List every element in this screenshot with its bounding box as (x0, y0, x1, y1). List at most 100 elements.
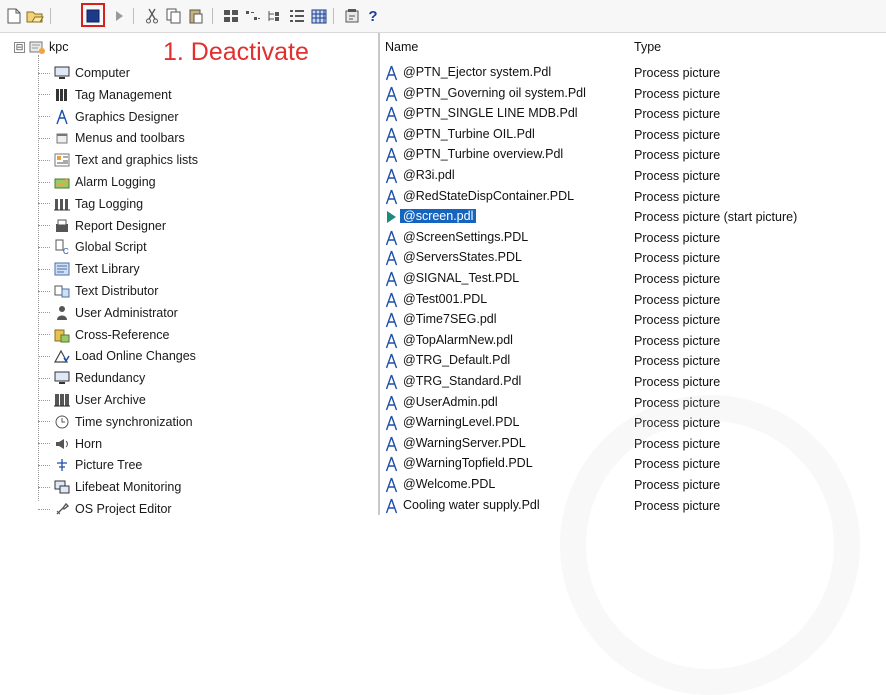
global-script-icon: C (54, 239, 70, 255)
tree-detail-icon[interactable] (288, 7, 306, 25)
tree-item-tag-management[interactable]: Tag Management (38, 85, 172, 105)
list-row[interactable]: @ScreenSettings.PDL Process picture (381, 228, 886, 248)
tree-connector (38, 421, 50, 423)
tree-item-label: Cross-Reference (75, 327, 170, 342)
tree-item-text-distributor[interactable]: Text Distributor (38, 281, 158, 301)
list-row[interactable]: Cooling water supply.Pdl Process picture (381, 496, 886, 515)
list-row[interactable]: @PTN_SINGLE LINE MDB.Pdl Process picture (381, 104, 886, 124)
column-header-type[interactable]: Type (634, 40, 661, 54)
file-type: Process picture (634, 169, 721, 183)
tree-connector (38, 312, 50, 314)
list-row[interactable]: @PTN_Turbine OIL.Pdl Process picture (381, 125, 886, 145)
process-picture-icon (385, 456, 398, 472)
tree-item-time-synchronization[interactable]: Time synchronization (38, 412, 193, 432)
list-row[interactable]: @TRG_Default.Pdl Process picture (381, 351, 886, 371)
tree-item-menus-and-toolbars[interactable]: Menus and toolbars (38, 128, 185, 148)
tree-item-label: Text and graphics lists (75, 153, 198, 168)
tree-item-text-library[interactable]: Text Library (38, 259, 140, 279)
tree-item-tag-logging[interactable]: Tag Logging (38, 194, 143, 214)
open-icon[interactable] (26, 7, 44, 25)
lifebeat-monitoring-icon (54, 479, 70, 495)
list-row-selected[interactable]: @screen.pdl Process picture (start pictur… (381, 207, 886, 227)
tree-item-lifebeat-monitoring[interactable]: Lifebeat Monitoring (38, 477, 181, 497)
tree-item-os-project-editor[interactable]: OS Project Editor (38, 499, 172, 515)
tree-item-user-archive[interactable]: User Archive (38, 390, 146, 410)
pane-divider[interactable] (378, 33, 380, 515)
new-file-icon[interactable] (5, 7, 23, 25)
list-row[interactable]: @WarningTopfield.PDL Process picture (381, 454, 886, 474)
activate-run-icon[interactable] (110, 7, 128, 25)
user-administrator-icon (54, 305, 70, 321)
process-picture-icon (385, 395, 398, 411)
process-picture-icon (385, 86, 398, 102)
process-picture-icon (385, 374, 398, 390)
process-picture-icon (385, 106, 398, 122)
properties-icon[interactable] (343, 7, 361, 25)
list-row[interactable]: @TopAlarmNew.pdl Process picture (381, 331, 886, 351)
list-row[interactable]: @PTN_Ejector system.Pdl Process picture (381, 63, 886, 83)
list-row[interactable]: @PTN_Governing oil system.Pdl Process pic… (381, 84, 886, 104)
tree-connector (38, 355, 50, 357)
toolbar: ? (0, 0, 886, 33)
list-row[interactable]: @Time7SEG.pdl Process picture (381, 310, 886, 330)
grid-small-icon[interactable] (222, 7, 240, 25)
file-type: Process picture (634, 375, 721, 389)
process-picture-icon (385, 312, 398, 328)
tree-connector (38, 508, 50, 510)
tree-connector (38, 399, 50, 401)
list-row[interactable]: @PTN_Turbine overview.Pdl Process picture (381, 145, 886, 165)
list-row[interactable]: @R3i.pdl Process picture (381, 166, 886, 186)
list-row[interactable]: @Welcome.PDL Process picture (381, 475, 886, 495)
file-type: Process picture (634, 498, 721, 513)
file-type: Process picture (634, 354, 721, 369)
help-icon[interactable]: ? (364, 7, 382, 25)
grid-list-icon[interactable] (244, 7, 262, 25)
tree-connector (38, 290, 50, 292)
tree-item-graphics-designer[interactable]: Graphics Designer (38, 107, 179, 127)
tree-item-horn[interactable]: Horn (38, 434, 102, 454)
process-picture-icon (385, 168, 398, 184)
tree-item-label: Picture Tree (75, 458, 143, 473)
cut-icon[interactable] (143, 7, 161, 25)
file-type: Process picture (634, 395, 721, 410)
tree-item-label: Graphics Designer (75, 109, 179, 124)
file-type: Process picture (634, 333, 721, 348)
tree-connector (38, 464, 50, 466)
tree-connector (38, 334, 50, 336)
tree-item-load-online-changes[interactable]: Load Online Changes (38, 346, 196, 366)
list-row[interactable]: @Test001.PDL Process picture (381, 290, 886, 310)
tree-view-icon[interactable] (266, 7, 284, 25)
process-picture-icon (385, 147, 398, 163)
tree-connector (38, 246, 50, 248)
column-header-name[interactable]: Name (385, 40, 418, 54)
list-row[interactable]: @WarningServer.PDL Process picture (381, 434, 886, 454)
tree-item-computer[interactable]: Computer (38, 63, 130, 83)
process-picture-icon (385, 250, 398, 266)
list-row[interactable]: @TRG_Standard.Pdl Process picture (381, 372, 886, 392)
list-row[interactable]: @ServersStates.PDL Process picture (381, 248, 886, 268)
collapse-toggle-icon[interactable]: ⊟ (14, 41, 25, 53)
file-type: Process picture (634, 478, 721, 492)
file-name: @WarningLevel.PDL (403, 415, 520, 430)
load-online-changes-icon (54, 348, 70, 364)
list-row[interactable]: @UserAdmin.pdl Process picture (381, 393, 886, 413)
tree-item-global-script[interactable]: C Global Script (38, 237, 147, 257)
tree-item-alarm-logging[interactable]: Alarm Logging (38, 172, 156, 192)
graphics-designer-icon (54, 109, 70, 125)
copy-icon[interactable] (165, 7, 183, 25)
table-view-icon[interactable] (310, 7, 328, 25)
paste-icon[interactable] (187, 7, 205, 25)
tree-item-report-designer[interactable]: Report Designer (38, 216, 166, 236)
tree-item-cross-reference[interactable]: Cross-Reference (38, 325, 169, 345)
file-type: Process picture (634, 251, 721, 266)
tree-item-picture-tree[interactable]: Picture Tree (38, 455, 142, 475)
tree-item-redundancy[interactable]: Redundancy (38, 368, 145, 388)
tree-connector (38, 159, 50, 161)
tree-item-user-administrator[interactable]: User Administrator (38, 303, 178, 323)
tree-item-text-and-graphics-lists[interactable]: Text and graphics lists (38, 150, 198, 170)
list-row[interactable]: @RedStateDispContainer.PDL Process pictur… (381, 187, 886, 207)
list-row[interactable]: @WarningLevel.PDL Process picture (381, 413, 886, 433)
tree-root-kpc[interactable]: ⊟ kpc (14, 39, 68, 55)
file-name: @UserAdmin.pdl (403, 394, 498, 409)
list-row[interactable]: @SIGNAL_Test.PDL Process picture (381, 269, 886, 289)
